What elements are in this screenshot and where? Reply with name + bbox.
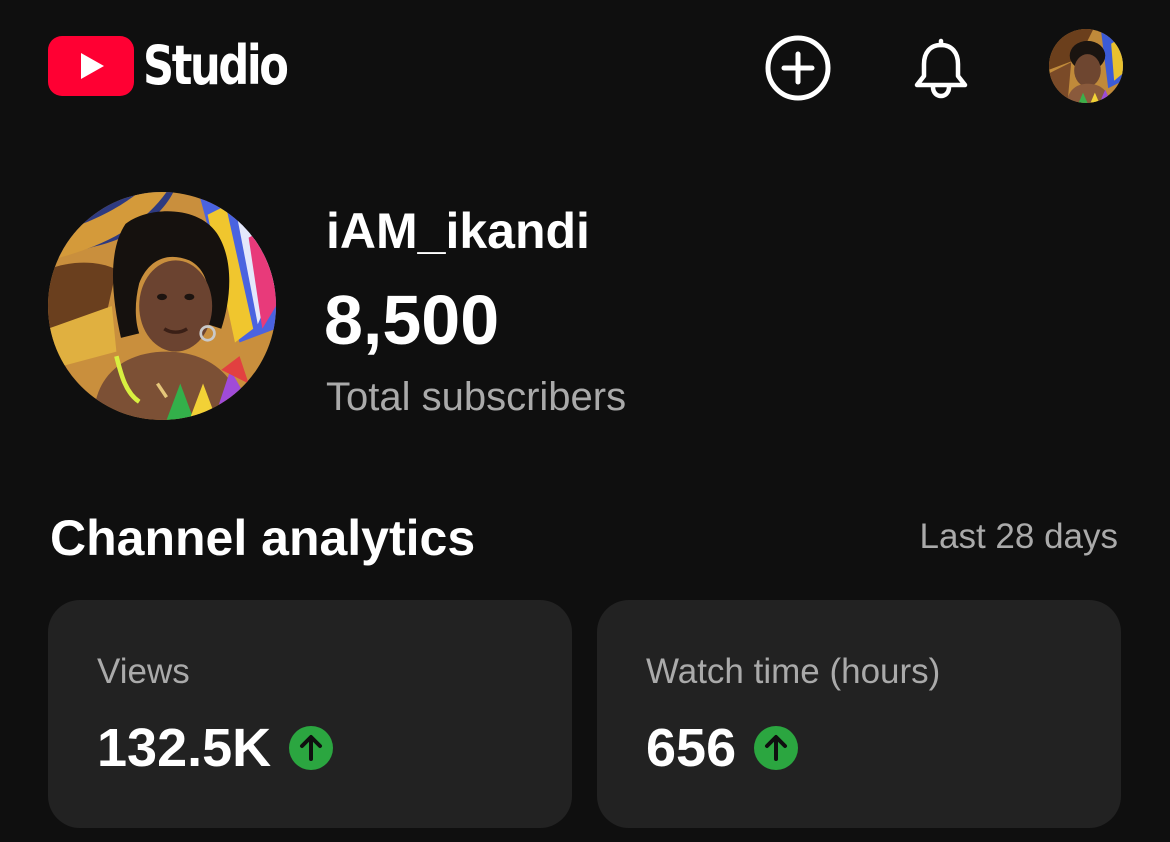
views-label: Views (97, 652, 190, 691)
watch-time-label: Watch time (hours) (646, 652, 941, 691)
watch-time-value: 656 (646, 718, 737, 778)
notifications-button[interactable] (907, 34, 975, 102)
channel-avatar[interactable] (48, 192, 276, 420)
youtube-logo-icon (48, 36, 134, 96)
channel-analytics-title: Channel analytics (50, 510, 476, 566)
create-plus-icon (765, 35, 831, 101)
views-card[interactable]: Views 132.5K (48, 600, 572, 828)
youtube-studio-logo[interactable]: Studio (48, 36, 322, 96)
create-button[interactable] (764, 34, 832, 102)
account-avatar[interactable] (1049, 29, 1123, 103)
studio-wordmark: Studio (143, 34, 289, 97)
subscriber-label: Total subscribers (326, 375, 627, 419)
views-value: 132.5K (97, 718, 272, 778)
trend-up-icon (289, 726, 334, 770)
notifications-bell-icon (914, 38, 968, 99)
views-value-row: 132.5K (97, 716, 334, 780)
studio-dashboard: Studio iAM_ikandi 8,500 Total subscriber… (0, 0, 1170, 842)
watch-time-value-row: 656 (646, 716, 799, 780)
analytics-period: Last 28 days (919, 517, 1118, 556)
trend-up-icon (754, 726, 799, 770)
channel-avatar-image (48, 192, 276, 420)
top-app-bar: Studio (0, 0, 1170, 135)
subscriber-count: 8,500 (324, 281, 500, 359)
watch-time-card[interactable]: Watch time (hours) 656 (597, 600, 1121, 828)
channel-name: iAM_ikandi (326, 203, 590, 259)
account-avatar-image (1049, 29, 1123, 103)
